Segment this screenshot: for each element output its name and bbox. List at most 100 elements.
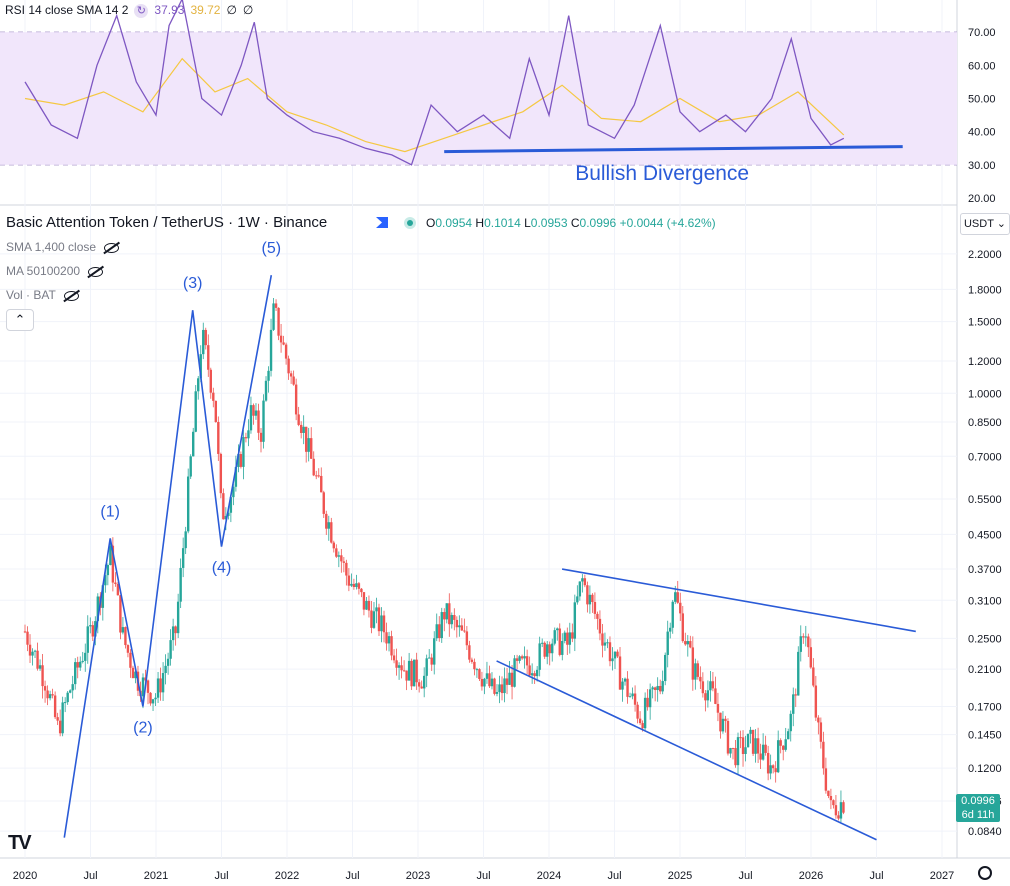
x-tick-label: 2025 bbox=[668, 870, 692, 882]
candle-body bbox=[799, 636, 802, 652]
candle-body bbox=[628, 696, 632, 698]
candle-body bbox=[53, 695, 57, 718]
divergence-label: Bullish Divergence bbox=[575, 162, 749, 185]
rsi-legend[interactable]: RSI 14 close SMA 14 2 ↻ 37.93 39.72 ∅ ∅ bbox=[5, 3, 253, 18]
candle-body bbox=[842, 802, 845, 813]
candle-body bbox=[332, 542, 336, 549]
candle-body bbox=[176, 601, 180, 634]
candle-body bbox=[626, 678, 629, 697]
candle-body bbox=[76, 662, 79, 668]
candle-body bbox=[792, 694, 795, 714]
candle-body bbox=[174, 626, 177, 634]
collapse-indicators-button[interactable]: ⌃ bbox=[6, 309, 34, 331]
candles bbox=[23, 298, 845, 823]
candle-body bbox=[571, 632, 574, 639]
ohlc-c-label: C bbox=[570, 216, 580, 230]
candle-body bbox=[764, 744, 767, 753]
candle-body bbox=[189, 456, 192, 477]
refresh-icon[interactable]: ↻ bbox=[134, 4, 149, 18]
candle-body bbox=[38, 665, 42, 669]
candle-body bbox=[362, 592, 366, 610]
candle-body bbox=[493, 678, 496, 694]
eye-hidden-icon[interactable] bbox=[63, 290, 79, 301]
candle-body bbox=[774, 768, 777, 773]
candle-body bbox=[485, 673, 489, 679]
x-tick-label: Jul bbox=[345, 870, 359, 882]
candle-body bbox=[726, 720, 730, 754]
last-price: 0.0996 bbox=[961, 795, 995, 807]
candle-body bbox=[131, 667, 135, 679]
candle-body bbox=[606, 642, 609, 644]
candle-body bbox=[382, 615, 386, 633]
candle-body bbox=[397, 665, 401, 668]
candle-body bbox=[729, 748, 732, 754]
candle-body bbox=[490, 678, 494, 687]
candle-body bbox=[787, 731, 790, 740]
wave-label: (3) bbox=[183, 275, 203, 292]
candle-body bbox=[66, 692, 69, 703]
candle-body bbox=[440, 612, 443, 639]
candle-body bbox=[156, 678, 160, 698]
candle-body bbox=[789, 713, 792, 732]
currency-dropdown[interactable]: USDT ⌄ bbox=[960, 213, 1010, 235]
candle-body bbox=[528, 665, 531, 676]
candle-body bbox=[756, 738, 760, 754]
eye-hidden-icon[interactable] bbox=[88, 266, 104, 277]
candle-body bbox=[197, 378, 200, 392]
candle-body bbox=[149, 692, 152, 704]
candle-body bbox=[259, 432, 263, 442]
candle-body bbox=[390, 636, 393, 656]
candle-body bbox=[593, 601, 597, 614]
candle-body bbox=[463, 630, 466, 632]
candle-body bbox=[669, 627, 672, 632]
candle-body bbox=[31, 651, 34, 656]
candle-body bbox=[525, 656, 529, 666]
x-tick-label: 2027 bbox=[930, 870, 954, 882]
candle-body bbox=[335, 548, 338, 557]
indicator-vol[interactable]: Vol · BAT bbox=[6, 288, 79, 302]
candle-body bbox=[166, 658, 170, 666]
chart-canvas[interactable]: Bullish Divergence (1) (2) (3) (4) (5) 2020 J… bbox=[0, 0, 1010, 886]
candle-body bbox=[453, 615, 456, 620]
candle-body bbox=[81, 660, 84, 662]
symbol-title[interactable]: Basic Attention Token / TetherUS · 1W · … bbox=[6, 214, 327, 231]
gear-icon[interactable] bbox=[978, 866, 992, 880]
candle-body bbox=[289, 373, 293, 377]
candle-body bbox=[340, 555, 343, 562]
candle-body bbox=[533, 673, 536, 677]
ohlc-readout: O0.0954 H0.1014 L0.0953 C0.0996 +0.0044 … bbox=[426, 216, 716, 230]
wave-label: (1) bbox=[100, 503, 120, 520]
candle-body bbox=[518, 656, 521, 661]
candle-body bbox=[222, 493, 225, 520]
candle-body bbox=[553, 630, 556, 644]
candle-body bbox=[360, 588, 363, 593]
candle-body bbox=[822, 741, 825, 769]
candle-body bbox=[633, 693, 637, 705]
indicator-sma[interactable]: SMA 1,400 close bbox=[6, 240, 120, 254]
price-tick-label: 0.8500 bbox=[968, 417, 1002, 429]
elliott-wave-line bbox=[63, 275, 273, 838]
candle-body bbox=[209, 369, 212, 393]
candle-body bbox=[407, 660, 411, 681]
candle-body bbox=[392, 655, 396, 661]
eye-hidden-icon[interactable] bbox=[104, 242, 120, 253]
candle-body bbox=[631, 693, 634, 697]
candle-body bbox=[422, 675, 426, 689]
candle-body bbox=[146, 680, 150, 693]
tradingview-logo[interactable]: TV bbox=[8, 832, 32, 855]
candle-body bbox=[405, 670, 408, 681]
candle-body bbox=[443, 612, 446, 620]
candle-body bbox=[834, 805, 838, 816]
candle-body bbox=[207, 345, 210, 370]
candle-body bbox=[741, 737, 745, 755]
indicator-ma[interactable]: MA 50100200 bbox=[6, 264, 104, 278]
candle-body bbox=[832, 800, 835, 806]
market-status-icon[interactable] bbox=[404, 217, 416, 229]
candle-body bbox=[279, 335, 283, 343]
wave-label: (2) bbox=[133, 720, 153, 737]
candle-body bbox=[272, 303, 275, 330]
candle-body bbox=[68, 690, 72, 693]
candle-body bbox=[247, 430, 250, 439]
price-tick-label: 1.0000 bbox=[968, 388, 1002, 400]
candle-body bbox=[51, 694, 54, 696]
